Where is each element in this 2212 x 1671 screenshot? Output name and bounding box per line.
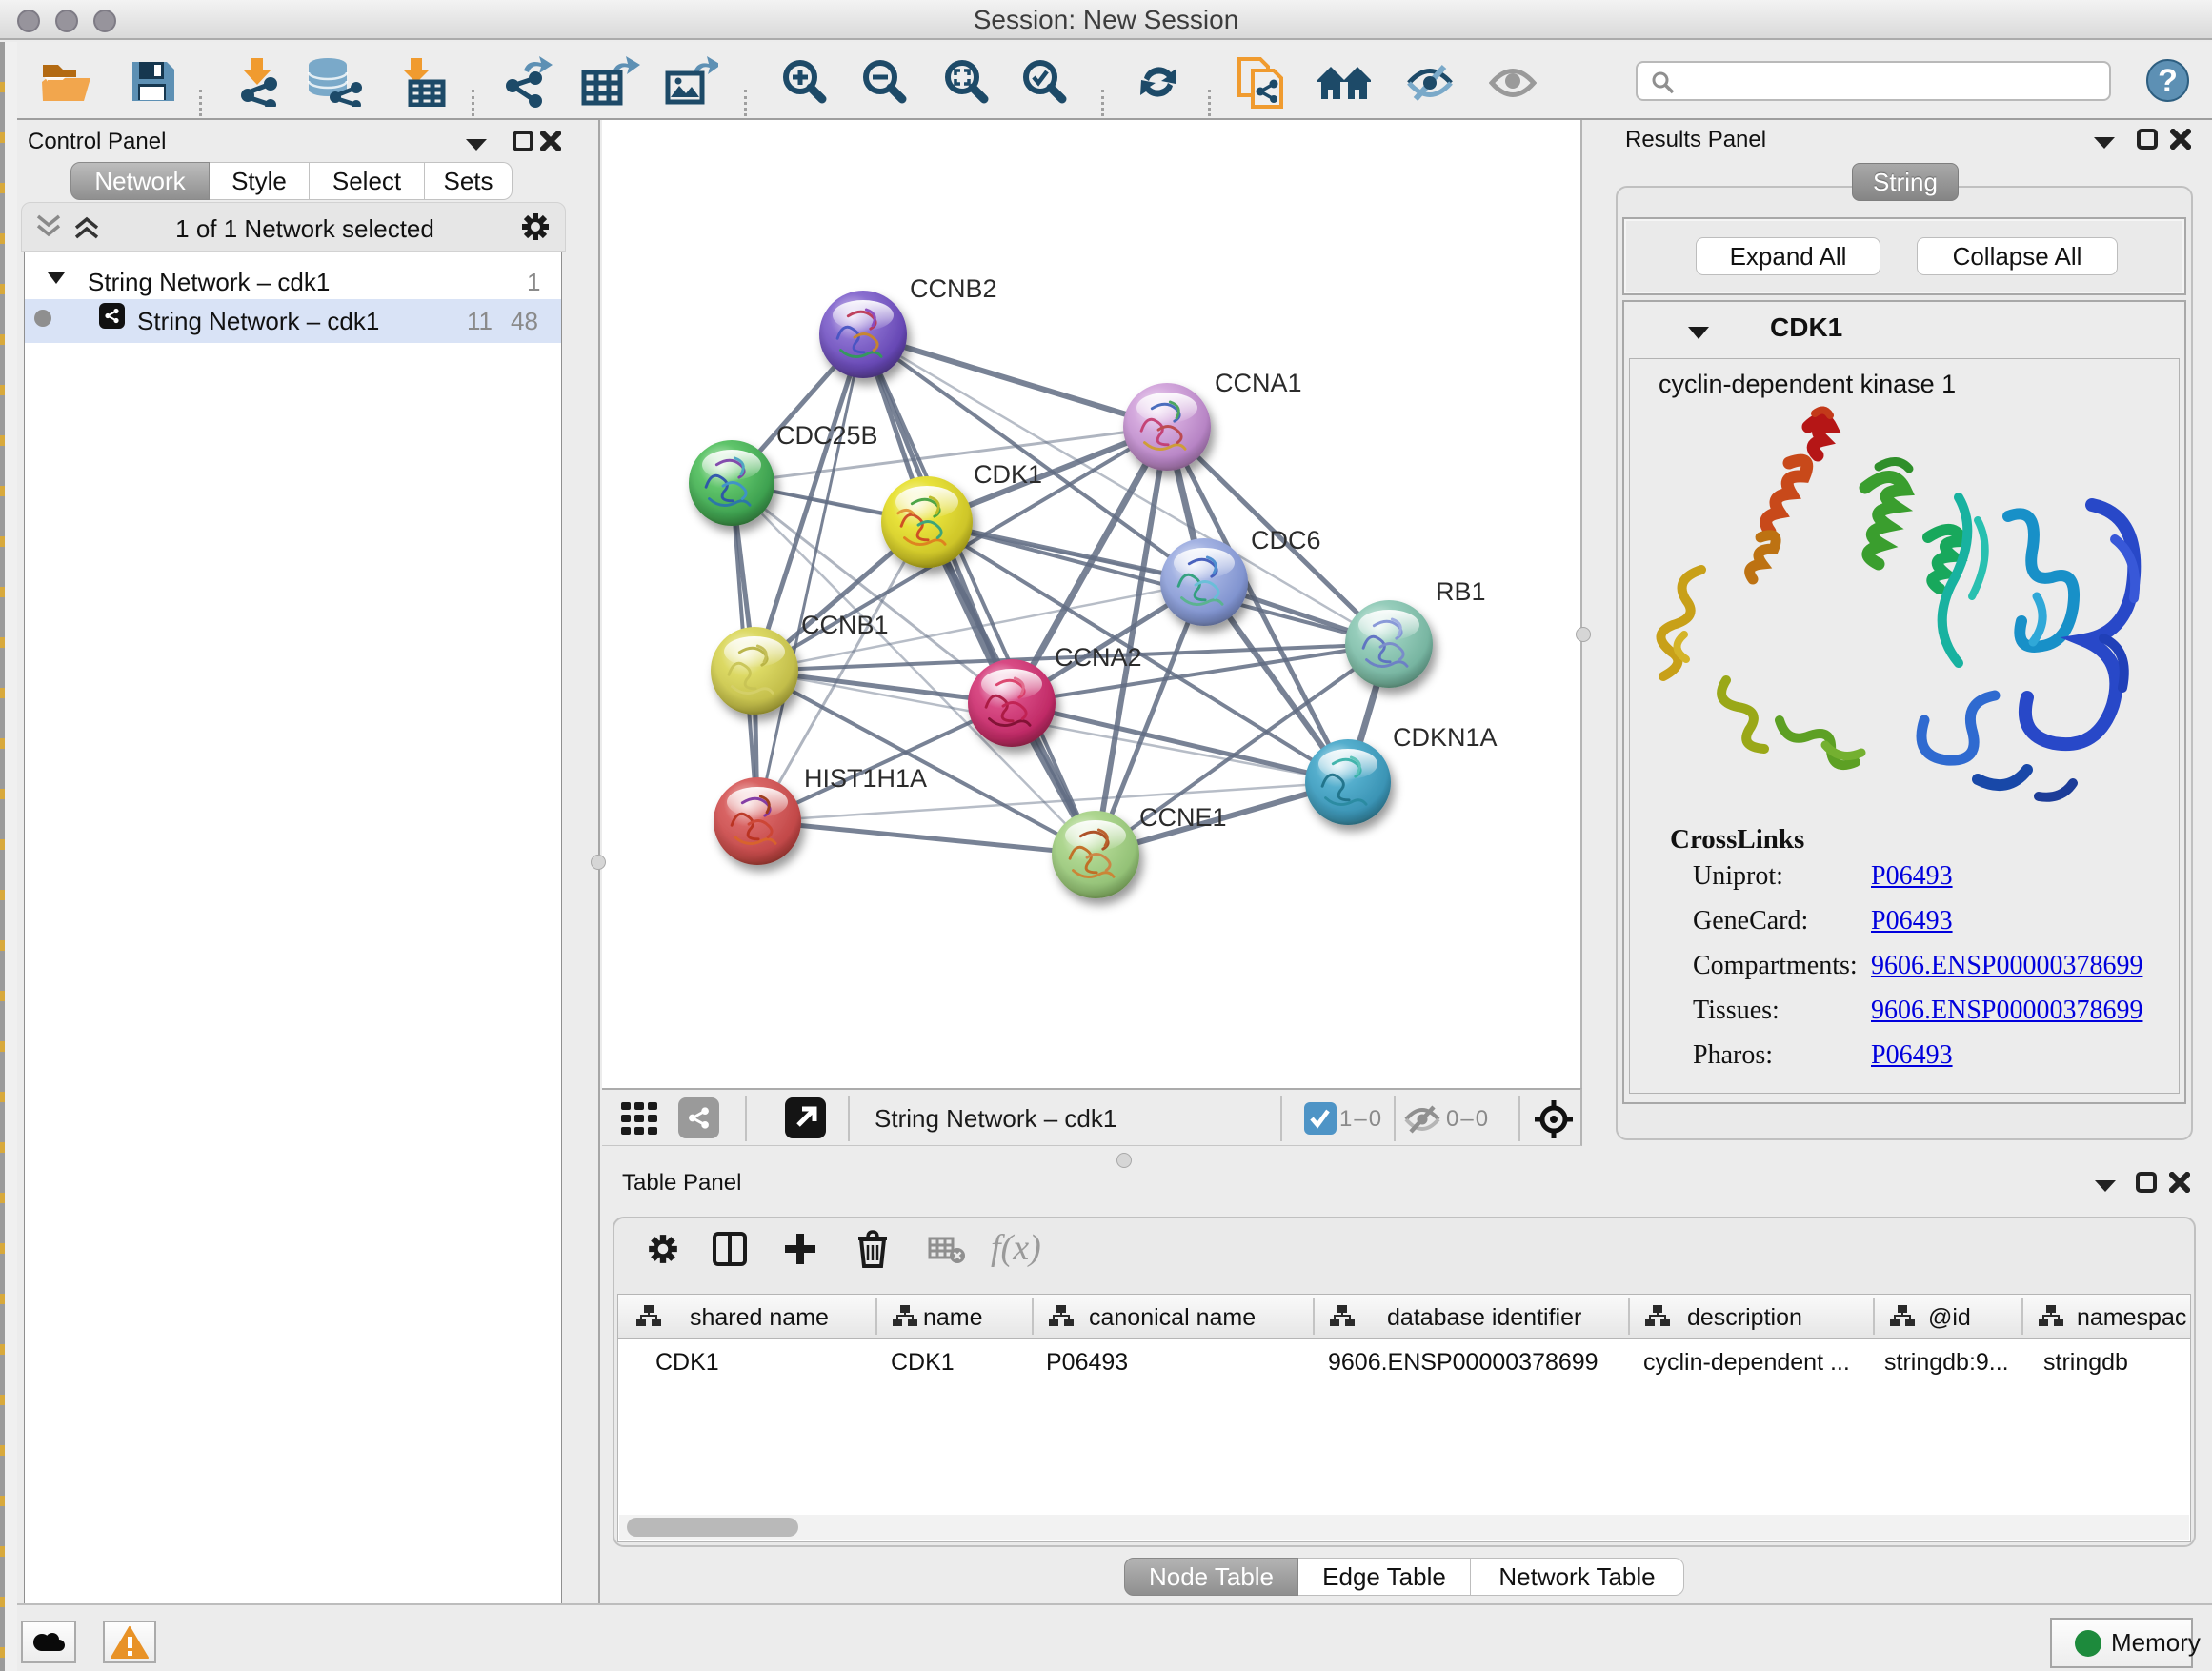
svg-text:CCNA2: CCNA2 [1055,643,1142,672]
svg-text:CCNA1: CCNA1 [1215,369,1302,397]
svg-text:CCNB2: CCNB2 [910,274,997,303]
svg-text:CCNB1: CCNB1 [801,611,889,639]
svg-text:CCNE1: CCNE1 [1139,803,1227,832]
svg-text:CDC25B: CDC25B [776,421,878,450]
svg-text:HIST1H1A: HIST1H1A [804,764,927,793]
svg-text:CDC6: CDC6 [1251,526,1321,554]
svg-text:CDKN1A: CDKN1A [1393,723,1498,752]
svg-text:CDK1: CDK1 [974,460,1042,489]
svg-text:RB1: RB1 [1436,577,1486,606]
